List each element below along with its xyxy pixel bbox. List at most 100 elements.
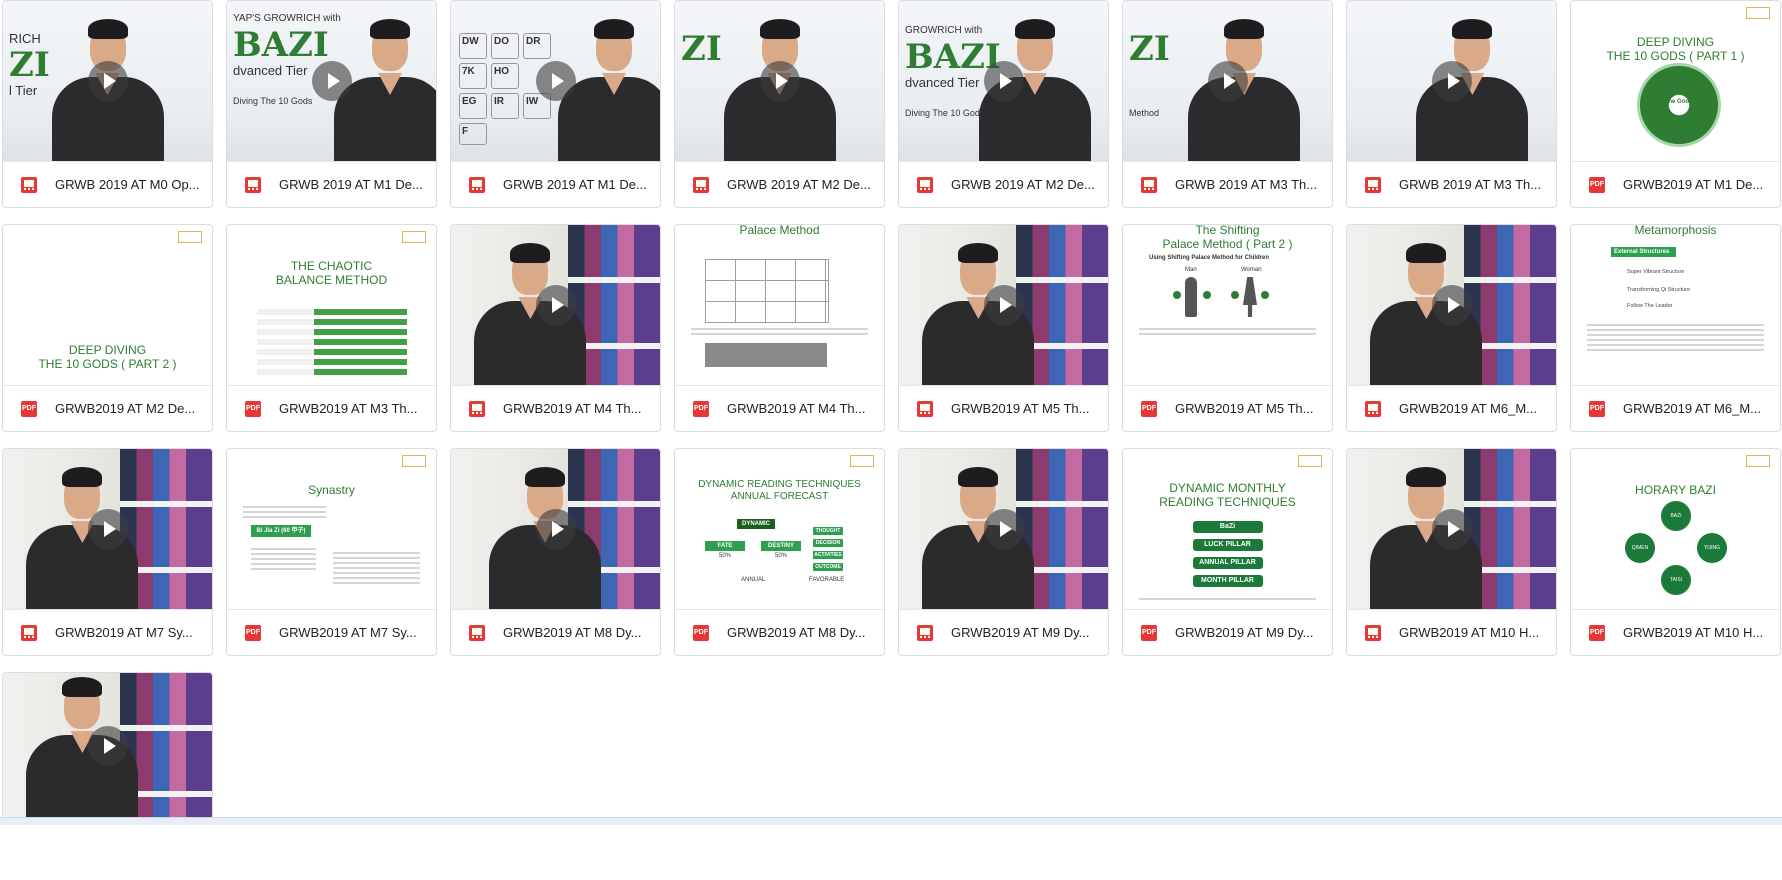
play-icon[interactable] [87, 726, 128, 766]
file-name: GRWB2019 AT M7 Sy... [55, 625, 193, 640]
video-thumbnail [1347, 1, 1556, 161]
file-name: GRWB2019 AT M5 Th... [1175, 401, 1314, 416]
pdf-file-icon: PDF [693, 400, 709, 417]
file-name: GRWB2019 AT M8 Dy... [503, 625, 642, 640]
file-card[interactable]: GRWB2019 AT M8 Dy... [450, 448, 661, 656]
play-icon[interactable] [1431, 285, 1472, 325]
page-title: Metamorphosis [1634, 225, 1717, 237]
ten-gods-wheel: The Gods [1636, 63, 1721, 147]
brand-logo [178, 231, 202, 243]
file-name: GRWB2019 AT M6_M... [1623, 401, 1761, 416]
video-file-icon [917, 624, 933, 641]
video-file-icon [1365, 176, 1381, 193]
video-file-icon [1365, 624, 1381, 641]
file-card[interactable]: DEEP DIVING THE 10 GODS ( PART 1 ) The Go… [1570, 0, 1781, 208]
video-thumbnail: GROWRICH with BAZI dvanced Tier Diving T… [899, 1, 1108, 161]
file-card[interactable]: ZI GRWB 2019 AT M2 De... [674, 0, 885, 208]
file-card[interactable]: Metamorphosis External Structures 外格 Sup… [1570, 224, 1781, 432]
file-name: GRWB2019 AT M10 H... [1623, 625, 1764, 640]
play-icon[interactable] [983, 509, 1024, 549]
video-thumbnail [1347, 449, 1556, 609]
play-icon[interactable] [759, 61, 800, 101]
pdf-file-icon: PDF [1589, 400, 1605, 417]
file-card[interactable]: ZI Method GRWB 2019 AT M3 Th... [1122, 0, 1333, 208]
file-card[interactable]: GRWB2019 AT M9 Dy... [898, 448, 1109, 656]
woman-figure-icon [1243, 277, 1257, 317]
play-icon[interactable] [535, 61, 576, 101]
file-card[interactable]: DYNAMIC MONTHLY READING TECHNIQUES BaZi L… [1122, 448, 1333, 656]
palace-grid [705, 259, 829, 323]
file-name: GRWB2019 AT M1 De... [1623, 177, 1764, 192]
pdf-file-icon: PDF [21, 400, 37, 417]
file-card[interactable]: GROWRICH with BAZI dvanced Tier Diving T… [898, 0, 1109, 208]
file-card[interactable]: GRWB2019 AT M10 H... [1346, 448, 1557, 656]
page-title: Palace Method [739, 225, 820, 237]
page-title: The Shifting Palace Method ( Part 2 ) [1162, 225, 1293, 251]
play-icon[interactable] [311, 61, 352, 101]
file-name: GRWB2019 AT M8 Dy... [727, 625, 866, 640]
file-card[interactable]: The Shifting Palace Method ( Part 2 ) Usi… [1122, 224, 1333, 432]
play-icon[interactable] [1207, 61, 1248, 101]
file-card[interactable]: GRWB2019 AT M7 Sy... [2, 448, 213, 656]
page-title: HORARY BAZI [1635, 483, 1716, 497]
pdf-file-icon: PDF [245, 624, 261, 641]
play-icon[interactable] [983, 285, 1024, 325]
video-thumbnail [1347, 225, 1556, 385]
pdf-thumbnail: DYNAMIC READING TECHNIQUES ANNUAL FORECAS… [675, 449, 884, 609]
video-file-icon [21, 176, 37, 193]
pdf-file-icon: PDF [693, 624, 709, 641]
play-icon[interactable] [535, 509, 576, 549]
file-card[interactable]: DW DO DR 7K HO EG IR IW F GRWB 2019 AT M… [450, 0, 661, 208]
brand-logo [850, 455, 874, 467]
play-icon[interactable] [87, 61, 128, 101]
file-card[interactable] [2, 672, 213, 820]
video-file-icon [21, 624, 37, 641]
pdf-file-icon: PDF [1141, 624, 1157, 641]
file-card[interactable]: GRWB 2019 AT M3 Th... [1346, 0, 1557, 208]
pdf-file-icon: PDF [1589, 176, 1605, 193]
file-card[interactable]: DYNAMIC READING TECHNIQUES ANNUAL FORECAS… [674, 448, 885, 656]
file-name: GRWB2019 AT M9 Dy... [951, 625, 1090, 640]
page-title: Synastry [308, 483, 355, 497]
file-card[interactable]: HORARY BAZI BAZI HORARY QIMEN FORECASTIN… [1570, 448, 1781, 656]
video-file-icon [469, 624, 485, 641]
pdf-thumbnail: DEEP DIVING THE 10 GODS ( PART 1 ) The Go… [1571, 1, 1780, 161]
play-icon[interactable] [535, 285, 576, 325]
file-name: GRWB 2019 AT M3 Th... [1175, 177, 1318, 192]
file-grid: RICH ZI l Tier GRWB 2019 AT M0 Op... YAP… [2, 0, 1781, 880]
play-icon[interactable] [87, 509, 128, 549]
pdf-thumbnail: DEEP DIVING THE 10 GODS ( PART 2 ) [3, 225, 212, 385]
ten-gods-chart: DW DO DR 7K HO EG IR IW F [459, 33, 551, 149]
file-name: GRWB 2019 AT M2 De... [951, 177, 1095, 192]
file-card[interactable]: YAP'S GROWRICH with BAZI dvanced Tier Di… [226, 0, 437, 208]
play-icon[interactable] [1431, 509, 1472, 549]
video-thumbnail [451, 225, 660, 385]
palace-strip [705, 343, 827, 367]
video-file-icon [1365, 400, 1381, 417]
thumbnail-brand-text: ZI [681, 29, 722, 69]
brand-logo [1746, 455, 1770, 467]
file-card[interactable]: Synastry Bi Jia Zi (60 甲子) PDF GRWB2019 A… [226, 448, 437, 656]
file-card[interactable]: DEEP DIVING THE 10 GODS ( PART 2 ) PDF GRW… [2, 224, 213, 432]
horizontal-scrollbar[interactable] [0, 817, 1782, 825]
page-title: DYNAMIC MONTHLY READING TECHNIQUES [1159, 481, 1296, 509]
presenter-figure [1412, 11, 1532, 161]
file-card[interactable]: THE CHAOTIC BALANCE METHOD PDF GRWB2019 AT… [226, 224, 437, 432]
file-name: GRWB2019 AT M2 De... [55, 401, 196, 416]
video-thumbnail [451, 449, 660, 609]
page-title: DEEP DIVING THE 10 GODS ( PART 2 ) [38, 343, 177, 371]
file-card[interactable]: Palace Method PDF GRWB2019 AT M4 Th... [674, 224, 885, 432]
file-name: GRWB2019 AT M7 Sy... [279, 625, 417, 640]
page-title: DYNAMIC READING TECHNIQUES ANNUAL FORECAS… [698, 479, 861, 502]
play-icon[interactable] [983, 61, 1024, 101]
pdf-thumbnail: Synastry Bi Jia Zi (60 甲子) [227, 449, 436, 609]
file-card[interactable]: RICH ZI l Tier GRWB 2019 AT M0 Op... [2, 0, 213, 208]
file-card[interactable]: GRWB2019 AT M5 Th... [898, 224, 1109, 432]
video-file-icon [1141, 176, 1157, 193]
brand-logo [1746, 7, 1770, 19]
brand-logo [402, 231, 426, 243]
play-icon[interactable] [1431, 61, 1472, 101]
video-thumbnail [899, 449, 1108, 609]
file-card[interactable]: GRWB2019 AT M4 Th... [450, 224, 661, 432]
file-card[interactable]: GRWB2019 AT M6_M... [1346, 224, 1557, 432]
